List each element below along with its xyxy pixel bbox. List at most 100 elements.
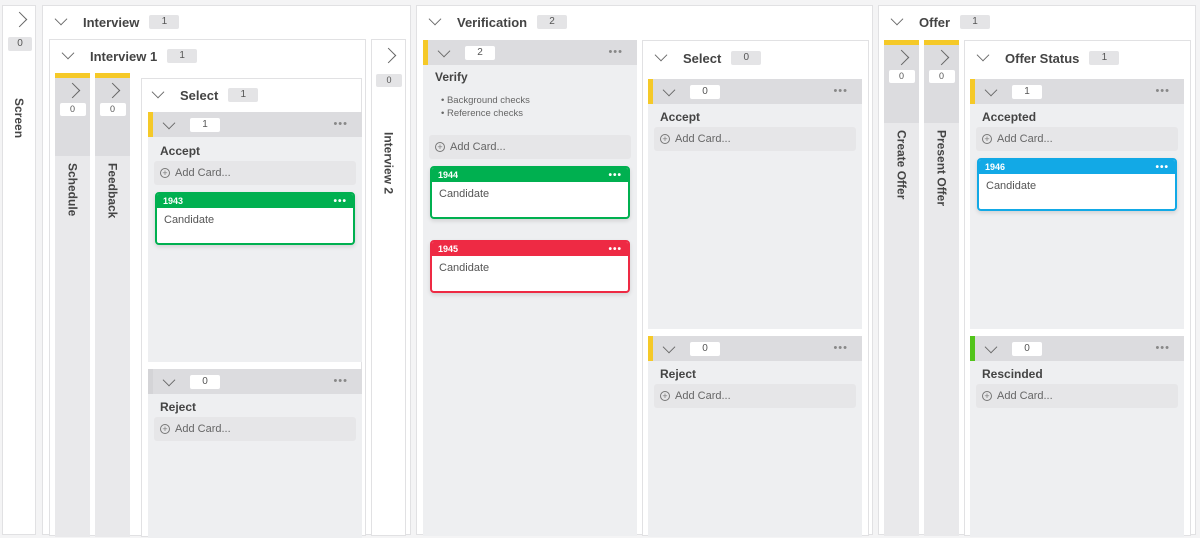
card-title: Candidate xyxy=(164,214,215,226)
column-select: Select 1 1 ••• Accept + Add Card... 1943… xyxy=(141,78,362,538)
description-item: • Reference checks xyxy=(441,108,524,119)
more-options-icon[interactable]: ••• xyxy=(608,244,622,255)
column-title: Interview 1 xyxy=(90,48,158,64)
status-stripe xyxy=(884,40,919,45)
more-options-icon[interactable]: ••• xyxy=(833,342,848,354)
chevron-down-icon xyxy=(61,46,75,60)
column-count: 0 xyxy=(731,51,762,65)
lane-count: 1 xyxy=(190,117,220,132)
column-interview: Interview 1 Interview 1 1 0 Schedule 0 F… xyxy=(42,5,411,538)
chevron-down-icon xyxy=(984,340,998,353)
column-title: Offer xyxy=(919,14,951,30)
lane-count: 0 xyxy=(690,84,720,99)
lane-title: Accept xyxy=(660,110,701,124)
chevron-right-icon xyxy=(64,82,81,99)
collapse-verification-button[interactable] xyxy=(427,12,443,30)
card-id: 1944 xyxy=(438,170,459,180)
card[interactable]: 1946 ••• Candidate xyxy=(977,158,1177,211)
collapse-select-button[interactable] xyxy=(653,48,669,66)
more-options-icon[interactable]: ••• xyxy=(1155,342,1170,354)
column-title: Verification xyxy=(457,14,528,30)
expand-schedule-button[interactable] xyxy=(55,82,90,99)
collapse-lane-button[interactable] xyxy=(662,340,676,356)
column-offer-status: Offer Status 1 1 ••• Accepted + Add Card… xyxy=(964,40,1191,537)
expand-screen-button[interactable] xyxy=(3,11,35,28)
status-stripe xyxy=(95,73,130,78)
more-options-icon[interactable]: ••• xyxy=(608,170,622,181)
column-create-offer: 0 Create Offer xyxy=(884,40,919,536)
expand-feedback-button[interactable] xyxy=(95,82,130,99)
column-select: Select 0 0 ••• Accept + Add Card... 0 ••… xyxy=(642,40,869,537)
column-title: Select xyxy=(180,87,219,103)
chevron-down-icon xyxy=(162,116,176,129)
lane-title: Accepted xyxy=(982,110,1037,124)
collapse-lane-button[interactable] xyxy=(162,116,176,132)
status-stripe xyxy=(148,112,153,137)
column-title: Interview xyxy=(83,14,140,30)
add-card-button[interactable]: + Add Card... xyxy=(154,161,356,185)
card-title: Candidate xyxy=(439,262,490,274)
add-card-button[interactable]: + Add Card... xyxy=(654,127,856,151)
collapse-lane-button[interactable] xyxy=(162,373,176,389)
add-icon: + xyxy=(660,391,670,401)
more-options-icon[interactable]: ••• xyxy=(1155,85,1170,97)
lane-title: Reject xyxy=(660,367,697,381)
card[interactable]: 1943 ••• Candidate xyxy=(155,192,355,245)
lane-count: 2 xyxy=(465,45,495,60)
more-options-icon[interactable]: ••• xyxy=(333,118,348,130)
more-options-icon[interactable]: ••• xyxy=(833,85,848,97)
card[interactable]: 1945 ••• Candidate xyxy=(430,240,630,293)
status-stripe xyxy=(970,79,975,104)
chevron-right-icon xyxy=(11,11,27,28)
status-stripe xyxy=(423,40,428,65)
collapse-lane-button[interactable] xyxy=(984,340,998,356)
collapse-offer-status-button[interactable] xyxy=(975,48,991,66)
add-card-button[interactable]: + Add Card... xyxy=(154,417,356,441)
column-count: 1 xyxy=(1089,51,1120,65)
add-card-button[interactable]: + Add Card... xyxy=(976,127,1178,151)
collapse-offer-button[interactable] xyxy=(889,12,905,30)
collapse-lane-button[interactable] xyxy=(984,83,998,99)
expand-create-offer-button[interactable] xyxy=(884,49,919,66)
lane-verify: 2 ••• Verify • Background checks • Refer… xyxy=(423,40,637,536)
add-card-button[interactable]: + Add Card... xyxy=(654,384,856,408)
column-interview-1: Interview 1 1 0 Schedule 0 Feedback Sele… xyxy=(49,39,366,538)
column-feedback: 0 Feedback xyxy=(95,73,130,537)
chevron-down-icon xyxy=(654,48,668,62)
lane-reject: 0 ••• Reject + Add Card... xyxy=(648,336,862,537)
more-options-icon[interactable]: ••• xyxy=(333,196,347,207)
expand-interview-2-button[interactable] xyxy=(372,47,405,64)
collapse-select-button[interactable] xyxy=(150,85,166,103)
collapse-lane-button[interactable] xyxy=(437,44,451,60)
status-stripe xyxy=(148,369,153,394)
expand-present-offer-button[interactable] xyxy=(924,49,959,66)
add-icon: + xyxy=(160,424,170,434)
column-count: 1 xyxy=(167,49,198,63)
add-card-button[interactable]: + Add Card... xyxy=(976,384,1178,408)
add-icon: + xyxy=(660,134,670,144)
chevron-down-icon xyxy=(54,12,68,26)
more-options-icon[interactable]: ••• xyxy=(333,375,348,387)
collapse-lane-button[interactable] xyxy=(662,83,676,99)
add-card-button[interactable]: + Add Card... xyxy=(429,135,631,159)
column-count: 2 xyxy=(537,15,568,29)
column-interview-2: 0 Interview 2 xyxy=(371,39,406,536)
card[interactable]: 1944 ••• Candidate xyxy=(430,166,630,219)
chevron-down-icon xyxy=(662,340,676,353)
column-count: 0 xyxy=(376,74,402,87)
chevron-right-icon xyxy=(933,49,950,66)
lane-count: 1 xyxy=(1012,84,1042,99)
column-count: 0 xyxy=(99,103,126,116)
add-icon: + xyxy=(435,142,445,152)
collapse-interview-1-button[interactable] xyxy=(60,46,76,64)
chevron-down-icon xyxy=(437,44,451,57)
column-verification: Verification 2 2 ••• Verify • Background… xyxy=(416,5,873,537)
chevron-down-icon xyxy=(162,373,176,386)
add-icon: + xyxy=(982,134,992,144)
lane-reject: 0 ••• Reject + Add Card... xyxy=(148,369,362,538)
collapse-interview-button[interactable] xyxy=(53,12,69,30)
lane-rescinded: 0 ••• Rescinded + Add Card... xyxy=(970,336,1184,537)
more-options-icon[interactable]: ••• xyxy=(608,46,623,58)
add-icon: + xyxy=(160,168,170,178)
more-options-icon[interactable]: ••• xyxy=(1155,162,1169,173)
